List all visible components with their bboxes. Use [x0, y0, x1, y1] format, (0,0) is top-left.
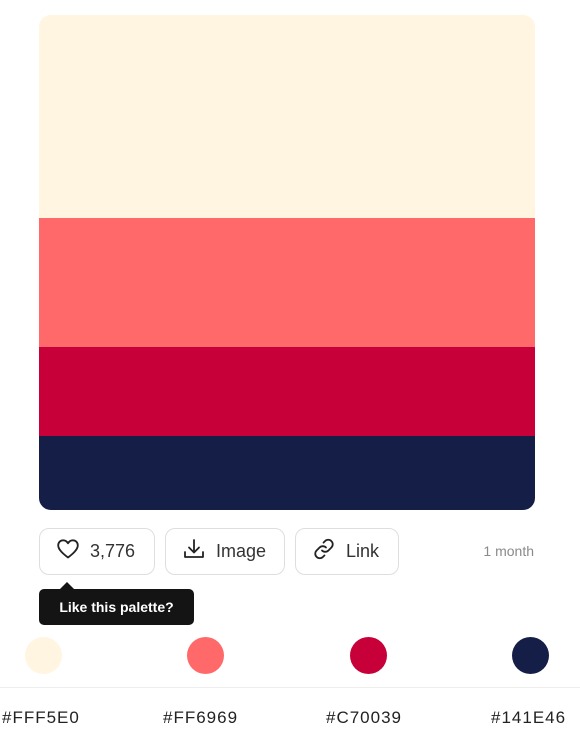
- hex-code-1[interactable]: #FFF5E0: [2, 708, 80, 728]
- palette-swatch-2[interactable]: [39, 218, 535, 347]
- copy-link-button[interactable]: Link: [295, 528, 399, 575]
- color-dot-1[interactable]: [25, 637, 62, 674]
- heart-icon: [56, 537, 80, 566]
- link-icon: [312, 537, 336, 566]
- hex-code-4[interactable]: #141E46: [491, 708, 566, 728]
- divider: [0, 687, 580, 688]
- color-dot-3[interactable]: [350, 637, 387, 674]
- like-count: 3,776: [90, 541, 136, 561]
- palette-actions: 3,776 Image Link 1 month: [39, 528, 535, 575]
- palette-age: 1 month: [483, 543, 534, 559]
- palette-swatch-4[interactable]: [39, 436, 535, 510]
- hex-code-2[interactable]: #FF6969: [163, 708, 238, 728]
- hex-code-3[interactable]: #C70039: [326, 708, 402, 728]
- tooltip-text: Like this palette?: [59, 599, 174, 615]
- palette-swatch-1[interactable]: [39, 15, 535, 218]
- image-label: Image: [216, 541, 267, 561]
- download-icon: [182, 537, 206, 566]
- color-dot-2[interactable]: [187, 637, 224, 674]
- palette-swatch-3[interactable]: [39, 347, 535, 436]
- like-tooltip: Like this palette?: [39, 582, 194, 625]
- like-button[interactable]: 3,776: [39, 528, 155, 575]
- color-dot-4[interactable]: [512, 637, 549, 674]
- link-label: Link: [346, 541, 380, 561]
- palette-preview[interactable]: [39, 15, 535, 510]
- download-image-button[interactable]: Image: [165, 528, 285, 575]
